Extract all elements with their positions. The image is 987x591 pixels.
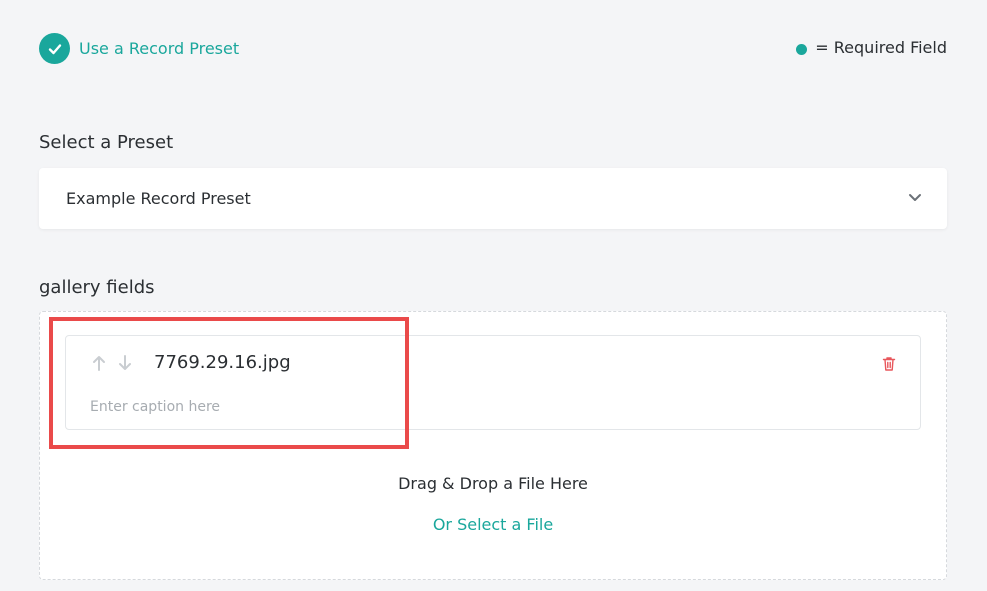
required-field-text: = Required Field xyxy=(815,38,947,57)
preset-select-value: Example Record Preset xyxy=(66,189,251,208)
gallery-file-item: 7769.29.16.jpg xyxy=(65,335,921,430)
required-field-legend: = Required Field xyxy=(796,38,947,57)
select-file-link[interactable]: Or Select a File xyxy=(40,515,946,534)
use-record-preset-label: Use a Record Preset xyxy=(79,39,240,58)
trash-icon[interactable] xyxy=(882,356,896,376)
file-name: 7769.29.16.jpg xyxy=(154,352,291,373)
file-dropzone[interactable]: 7769.29.16.jpg Drag & Drop a File Here O… xyxy=(39,311,947,580)
arrow-up-icon[interactable] xyxy=(92,354,106,376)
arrow-down-icon[interactable] xyxy=(118,354,132,376)
preset-select[interactable]: Example Record Preset xyxy=(39,168,947,229)
check-icon xyxy=(39,33,70,64)
caption-input[interactable] xyxy=(90,396,490,418)
use-record-preset-toggle[interactable]: Use a Record Preset xyxy=(39,33,239,64)
chevron-down-icon xyxy=(907,189,923,209)
drag-drop-text: Drag & Drop a File Here xyxy=(398,474,588,493)
gallery-fields-heading: gallery fields xyxy=(39,277,155,298)
select-preset-heading: Select a Preset xyxy=(39,132,174,153)
required-dot-icon xyxy=(796,43,808,55)
